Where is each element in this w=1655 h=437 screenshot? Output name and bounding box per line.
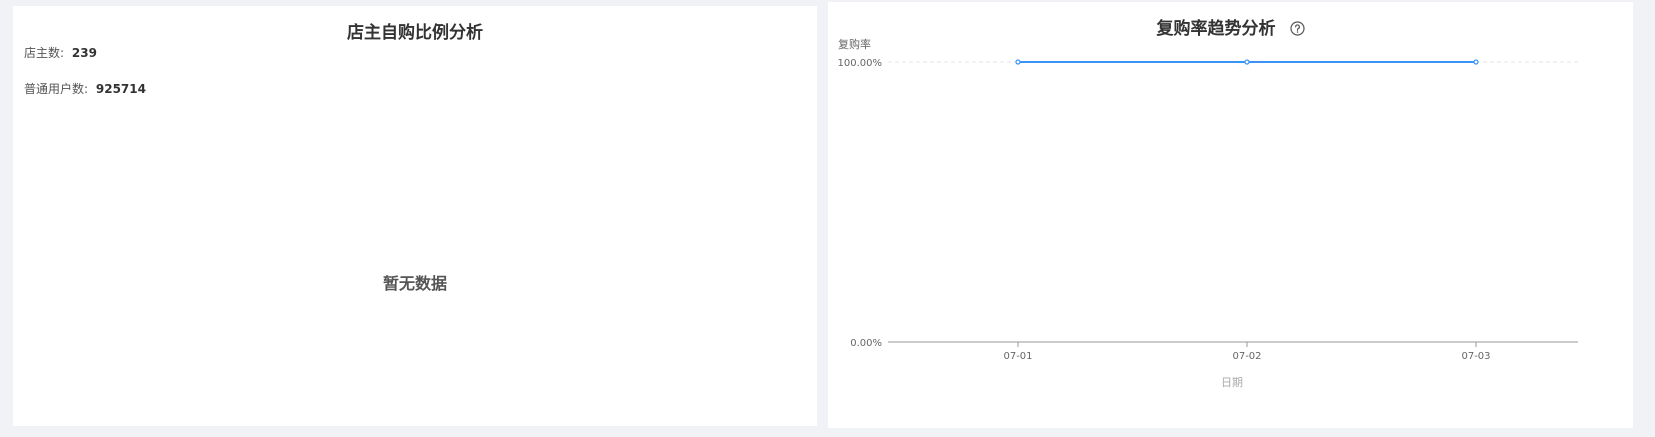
user-count-stat: 普通用户数: 925714 [24, 80, 146, 97]
owner-count-stat: 店主数: 239 [24, 44, 97, 61]
owner-count-value: 239 [71, 46, 97, 60]
data-point [1473, 59, 1479, 65]
y-axis-label: 复购率 [838, 37, 871, 51]
x-tick-label: 07-02 [1232, 351, 1261, 362]
data-point [1015, 59, 1021, 65]
user-count-value: 925714 [95, 82, 146, 96]
repurchase-trend-panel: 复购率趋势分析 复购率 0.00% 100.00% 07-01 07-02 07-03 日期 [828, 2, 1633, 428]
data-point [1244, 59, 1250, 65]
y-tick-label: 0.00% [850, 338, 882, 349]
y-tick-label: 100.00% [838, 58, 883, 69]
owner-count-label: 店主数: [24, 46, 65, 60]
self-purchase-ratio-panel: 店主自购比例分析 店主数: 239 普通用户数: 925714 暂无数据 [13, 6, 817, 426]
x-axis-label: 日期 [1221, 376, 1243, 389]
x-tick-label: 07-01 [1003, 351, 1032, 362]
x-tick-label: 07-03 [1461, 351, 1490, 362]
panel-title: 店主自购比例分析 [347, 23, 483, 43]
repurchase-trend-chart: 复购率 0.00% 100.00% 07-01 07-02 07-03 日期 [838, 37, 1578, 389]
user-count-label: 普通用户数: [24, 82, 89, 96]
empty-state-text: 暂无数据 [382, 274, 447, 293]
